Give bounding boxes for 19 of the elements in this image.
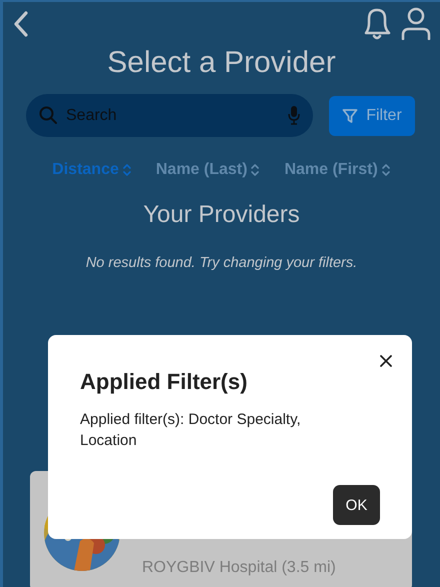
search-icon (39, 106, 57, 124)
sort-tab[interactable]: Name (Last) (156, 161, 260, 179)
ok-button[interactable]: OK (333, 485, 380, 525)
dialog-title: Applied Filter(s) (80, 369, 248, 395)
section-title: Your Providers (142, 201, 301, 229)
sort-icon (380, 163, 391, 177)
sort-icon (122, 163, 132, 177)
sort-tab[interactable]: Distance (52, 161, 132, 179)
profile-icon[interactable] (400, 6, 432, 40)
funnel-icon (342, 108, 358, 124)
page-title: Select a Provider (106, 46, 337, 80)
empty-message: No results found. Try changing your filters. (84, 255, 358, 271)
dialog-message: Applied filter(s): Doctor Specialty, Location (80, 410, 302, 451)
sort-tab[interactable]: Name (First) (284, 161, 391, 179)
filter-button[interactable]: Filter (329, 96, 415, 136)
close-icon[interactable] (378, 353, 394, 369)
sort-icon (250, 163, 260, 177)
search-field[interactable]: Search (26, 94, 313, 137)
provider-location: ROYGBIV Hospital (3.5 mi) (142, 559, 336, 577)
